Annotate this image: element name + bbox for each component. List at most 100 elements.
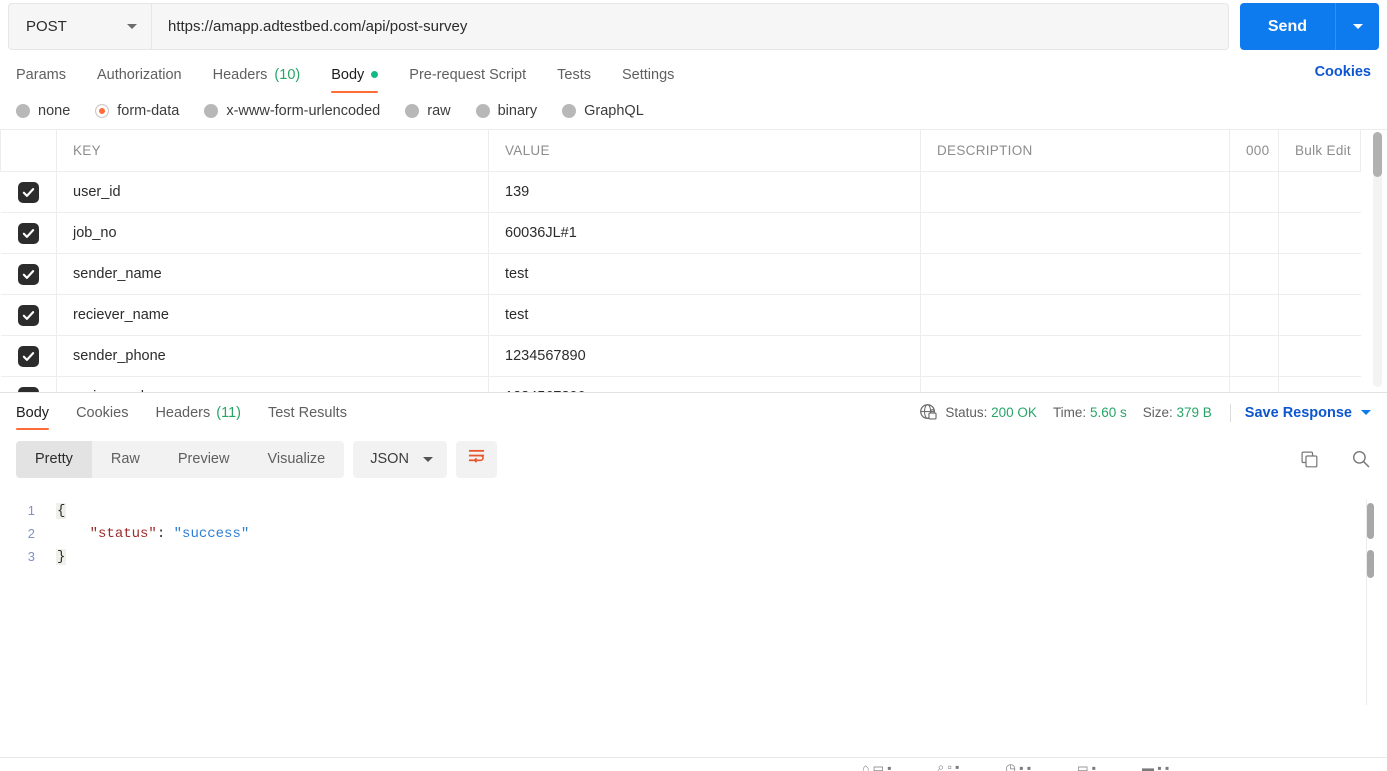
status-bar-item[interactable]: ▭ ▪ — [1077, 761, 1096, 771]
table-options-button[interactable]: 000 — [1229, 130, 1279, 172]
http-method-select[interactable]: POST — [8, 3, 151, 50]
table-row[interactable]: sender_phone 1234567890 — [0, 335, 1361, 377]
cell-description[interactable] — [920, 171, 1230, 213]
checkbox-icon[interactable] — [17, 181, 39, 203]
table-row[interactable]: reciever_phone1234567890 — [0, 376, 1361, 392]
tab-label: Pre-request Script — [409, 66, 527, 83]
row-checkbox-cell[interactable] — [0, 212, 57, 254]
send-button[interactable]: Send — [1239, 3, 1335, 50]
send-options-button[interactable] — [1335, 3, 1379, 50]
row-checkbox-cell[interactable] — [0, 335, 57, 377]
status-bar-item[interactable]: ▬ ▪ ▪ — [1142, 761, 1169, 771]
status-label: Status: — [945, 405, 988, 420]
request-tab-settings[interactable]: Settings — [622, 55, 674, 93]
table-row[interactable]: user_id 139 — [0, 171, 1361, 213]
response-language-select[interactable]: JSON — [353, 440, 447, 478]
checkbox-icon[interactable] — [17, 222, 39, 244]
code-line: 3} — [0, 545, 1387, 568]
cell-key[interactable]: sender_phone — [56, 335, 489, 377]
request-tab-body[interactable]: Body — [331, 55, 379, 93]
cell-value[interactable]: test — [488, 294, 921, 336]
response-body-scrollbar[interactable] — [1367, 498, 1374, 708]
row-spacer-cell — [1229, 376, 1279, 392]
body-type-form-data[interactable]: form-data — [95, 103, 179, 119]
status-bar-item[interactable]: ⌕ ▫ ▪ — [938, 760, 960, 771]
search-icon[interactable] — [1351, 449, 1371, 469]
body-type-binary[interactable]: binary — [475, 103, 537, 119]
scrollbar-thumb-secondary[interactable] — [1367, 550, 1374, 578]
checkbox-icon[interactable] — [17, 304, 39, 326]
status-code-item: Status: 200 OK — [945, 405, 1037, 420]
row-checkbox-cell[interactable] — [0, 376, 57, 392]
globe-lock-icon[interactable] — [919, 403, 938, 422]
request-tabs: Params Authorization Headers (10) Body Pre-re… — [0, 55, 1387, 93]
code-content: "status": "success" — [56, 525, 250, 542]
save-response-button[interactable]: Save Response — [1245, 405, 1371, 421]
view-mode-visualize[interactable]: Visualize — [248, 441, 344, 478]
view-mode-pretty[interactable]: Pretty — [16, 440, 92, 478]
cell-value[interactable]: 60036JL#1 — [488, 212, 921, 254]
body-type-graphql[interactable]: GraphQL — [562, 103, 644, 119]
body-type-raw[interactable]: raw — [405, 103, 451, 119]
response-tabs: Body Cookies Headers (11) Test Results Statu… — [0, 393, 1387, 433]
checkbox-icon[interactable] — [17, 263, 39, 285]
checkbox-icon[interactable] — [17, 345, 39, 367]
table-row[interactable]: reciever_name test — [0, 294, 1361, 336]
form-data-table: KEY VALUE DESCRIPTION 000 Bulk Edit user… — [0, 130, 1361, 392]
cell-value[interactable]: 1234567890 — [488, 376, 921, 392]
table-header-row: KEY VALUE DESCRIPTION 000 Bulk Edit — [0, 130, 1361, 172]
row-checkbox-cell[interactable] — [0, 253, 57, 295]
body-type-x-www-form-urlencoded[interactable]: x-www-form-urlencoded — [204, 103, 380, 119]
cell-value[interactable]: test — [488, 253, 921, 295]
cell-value[interactable]: 139 — [488, 171, 921, 213]
send-button-group: Send — [1239, 3, 1379, 50]
tab-label: Headers — [212, 66, 268, 83]
cell-description[interactable] — [920, 294, 1230, 336]
request-tab-pre-request-script[interactable]: Pre-request Script — [409, 55, 526, 93]
response-tab-body[interactable]: Body — [16, 393, 50, 430]
cell-description[interactable] — [920, 376, 1230, 392]
request-tab-authorization[interactable]: Authorization — [97, 55, 182, 93]
table-row[interactable]: sender_name test — [0, 253, 1361, 295]
status-bar-item[interactable]: ◷ ▪ ▪ — [1005, 761, 1031, 771]
cell-key[interactable]: sender_name — [56, 253, 489, 295]
cell-description[interactable] — [920, 212, 1230, 254]
response-tab-headers[interactable]: Headers (11) — [155, 393, 241, 430]
code-line: 1{ — [0, 499, 1387, 522]
row-checkbox-cell[interactable] — [0, 294, 57, 336]
body-type-none[interactable]: none — [16, 103, 70, 119]
wrap-text-button[interactable] — [455, 440, 497, 478]
response-tab-test-results[interactable]: Test Results — [268, 393, 347, 430]
scrollbar-thumb[interactable] — [1373, 132, 1382, 177]
cell-description[interactable] — [920, 335, 1230, 377]
view-mode-raw[interactable]: Raw — [92, 441, 159, 478]
cell-value[interactable]: 1234567890 — [488, 335, 921, 377]
scrollbar-thumb[interactable] — [1367, 503, 1374, 539]
cell-key[interactable]: reciever_phone — [56, 376, 489, 392]
cell-key[interactable]: user_id — [56, 171, 489, 213]
copy-icon[interactable] — [1300, 450, 1319, 469]
row-end-cell — [1278, 171, 1361, 213]
cell-key[interactable]: job_no — [56, 212, 489, 254]
request-tab-headers[interactable]: Headers (10) — [213, 55, 301, 93]
request-tab-tests[interactable]: Tests — [557, 55, 591, 93]
status-bar-item[interactable]: ⌂ ▭ ▪ — [862, 761, 892, 771]
row-checkbox-cell[interactable] — [0, 171, 57, 213]
request-url-input[interactable]: https://amapp.adtestbed.com/api/post-sur… — [151, 3, 1229, 50]
bulk-edit-button[interactable]: Bulk Edit — [1278, 130, 1361, 172]
response-tab-cookies[interactable]: Cookies — [76, 393, 128, 430]
request-tab-params[interactable]: Params — [16, 55, 66, 93]
view-mode-preview[interactable]: Preview — [159, 441, 249, 478]
size-value: 379 B — [1176, 405, 1212, 420]
radio-icon — [475, 104, 490, 118]
cell-description[interactable] — [920, 253, 1230, 295]
code-punct: : — [156, 525, 174, 542]
chevron-down-icon — [127, 24, 137, 29]
table-row[interactable]: job_no 60036JL#1 — [0, 212, 1361, 254]
form-table-scrollbar[interactable] — [1373, 132, 1382, 387]
body-type-label: form-data — [117, 103, 180, 119]
response-body-code[interactable]: 1{2 "status": "success" 3} — [0, 485, 1387, 717]
request-url-bar: POST https://amapp.adtestbed.com/api/pos… — [0, 0, 1387, 55]
cookies-link[interactable]: Cookies — [1315, 64, 1371, 80]
cell-key[interactable]: reciever_name — [56, 294, 489, 336]
